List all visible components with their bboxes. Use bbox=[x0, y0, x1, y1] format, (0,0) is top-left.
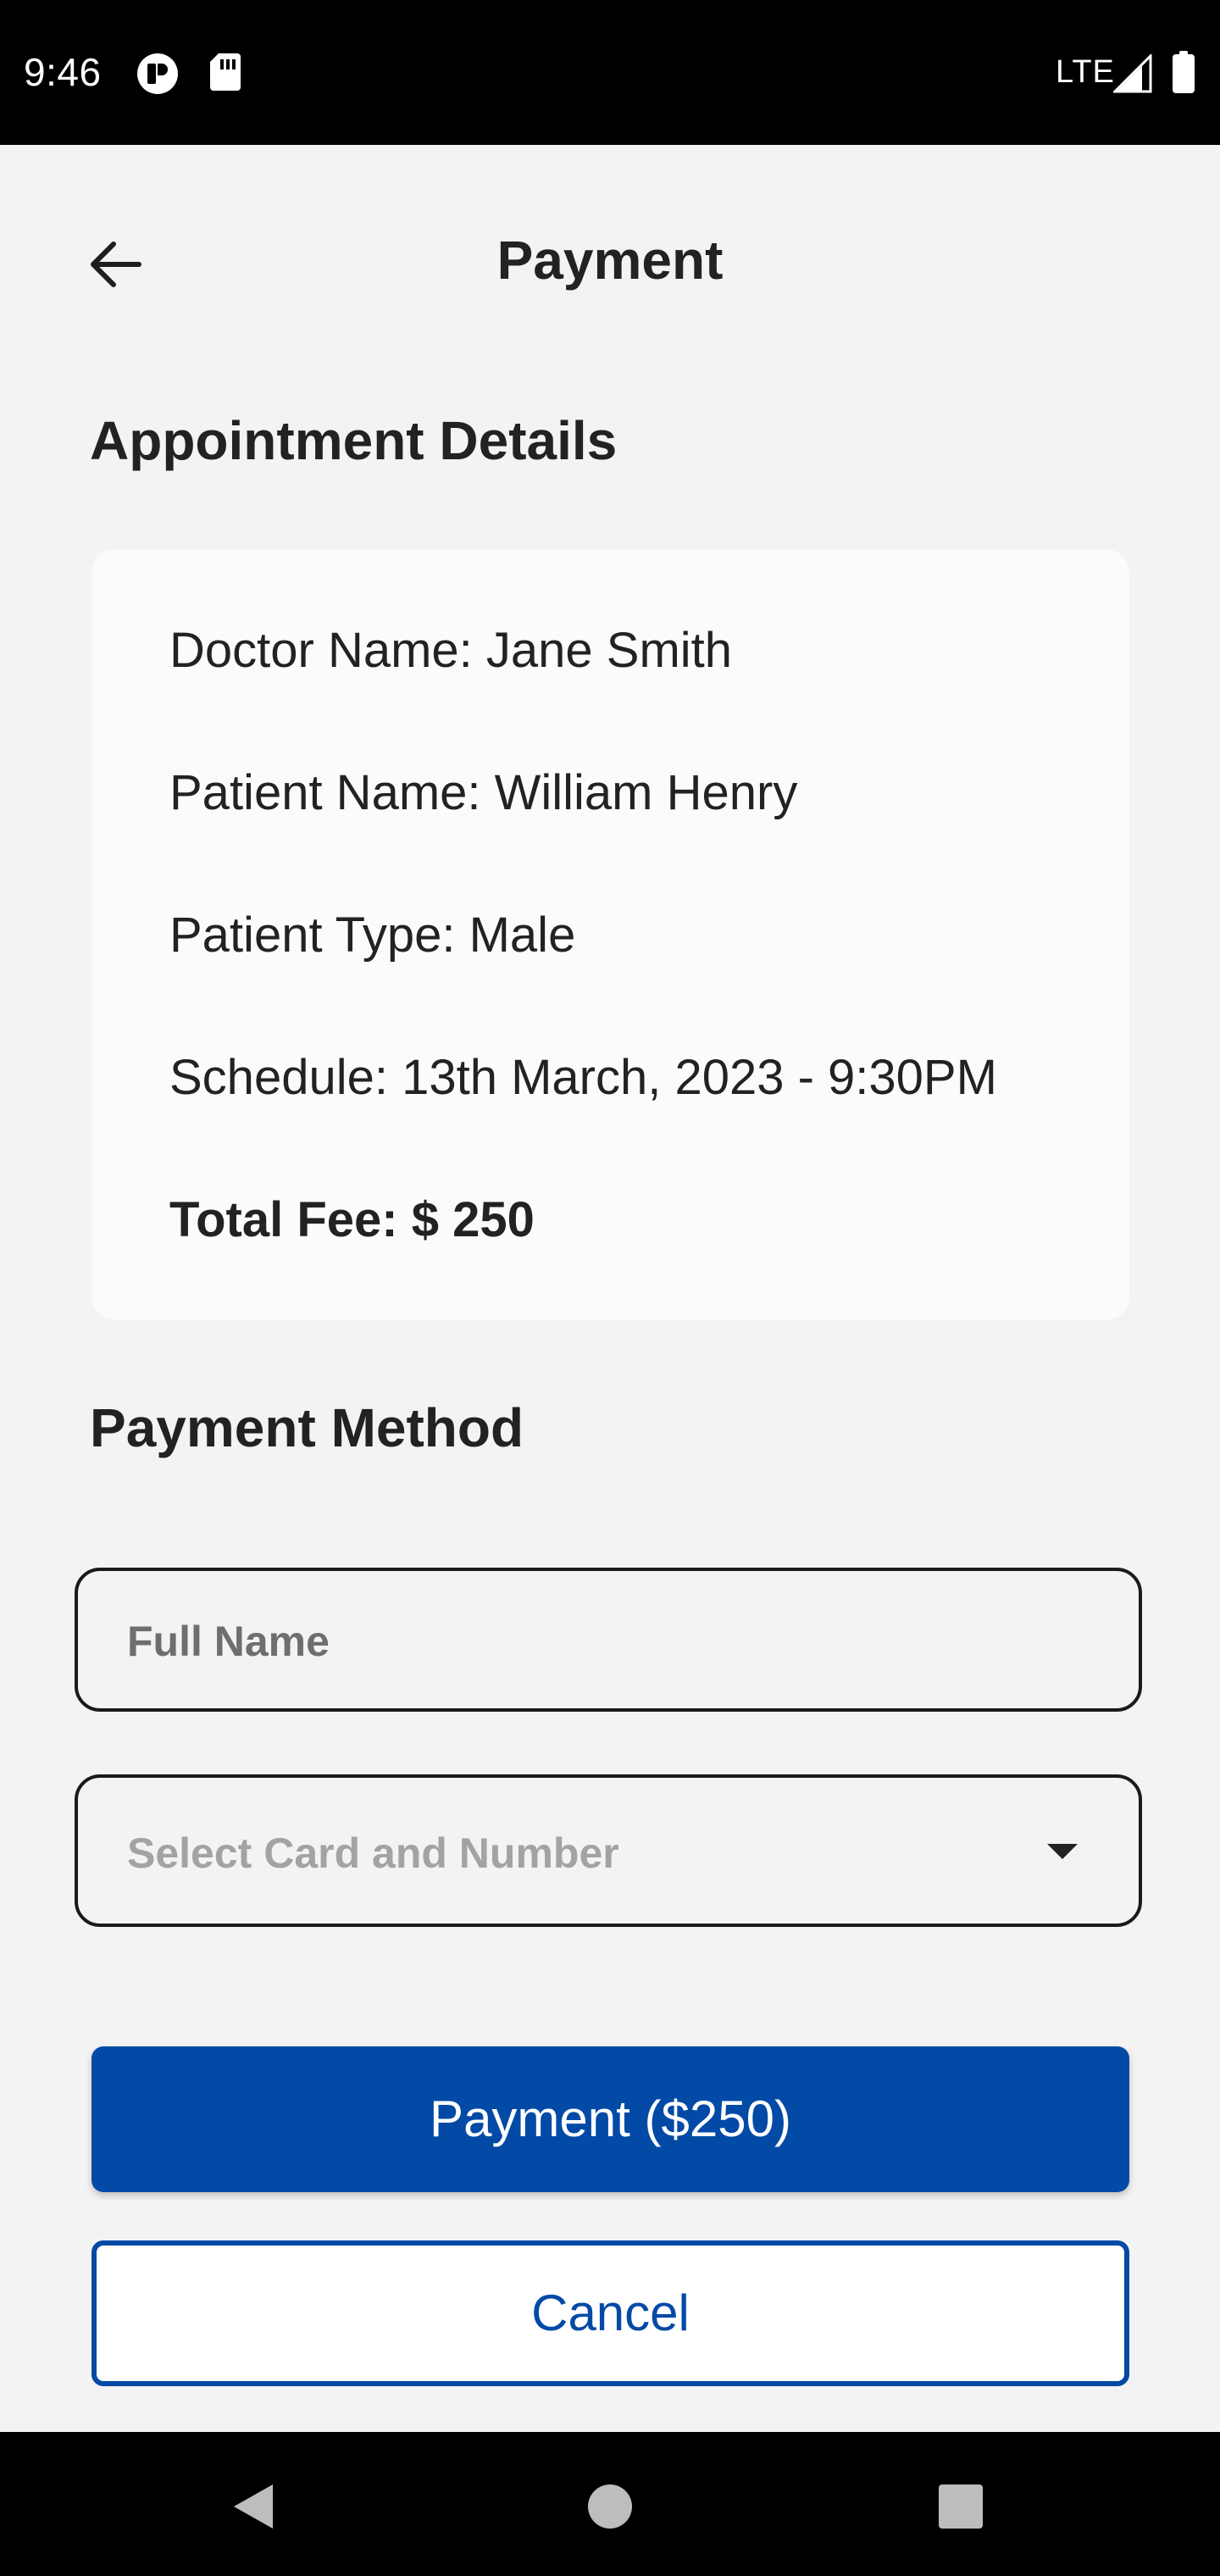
nav-back-icon[interactable] bbox=[234, 2484, 273, 2529]
system-navigation-bar bbox=[0, 2432, 1220, 2576]
full-name-input[interactable]: Full Name bbox=[75, 1568, 1142, 1712]
total-fee: Total Fee: $ 250 bbox=[169, 1192, 535, 1247]
network-type-label: LTE bbox=[1056, 54, 1115, 90]
nav-home-icon[interactable] bbox=[588, 2484, 632, 2529]
full-name-placeholder: Full Name bbox=[127, 1618, 330, 1665]
battery-icon bbox=[1173, 51, 1195, 93]
page-title: Payment bbox=[496, 230, 724, 291]
status-bar: 9:46 LTE bbox=[0, 0, 1220, 145]
schedule: Schedule: 13th March, 2023 - 9:30PM bbox=[169, 1050, 997, 1105]
appointment-details-card: Doctor Name: Jane Smith Patient Name: Wi… bbox=[92, 549, 1129, 1320]
card-select-placeholder: Select Card and Number bbox=[127, 1829, 619, 1877]
patient-name: Patient Name: William Henry bbox=[169, 765, 798, 820]
dropdown-arrow-icon bbox=[1047, 1844, 1078, 1859]
doctor-name: Doctor Name: Jane Smith bbox=[169, 623, 733, 678]
sd-card-icon bbox=[210, 53, 241, 91]
signal-icon bbox=[1113, 54, 1152, 93]
status-time: 9:46 bbox=[24, 50, 102, 94]
patient-type: Patient Type: Male bbox=[169, 908, 576, 963]
notification-app-icon bbox=[137, 53, 178, 94]
card-select-dropdown[interactable]: Select Card and Number bbox=[75, 1774, 1142, 1927]
payment-method-heading: Payment Method bbox=[90, 1397, 524, 1458]
appointment-details-heading: Appointment Details bbox=[90, 410, 618, 471]
nav-recents-icon[interactable] bbox=[939, 2484, 983, 2529]
cancel-button[interactable]: Cancel bbox=[92, 2240, 1129, 2386]
payment-button[interactable]: Payment ($250) bbox=[92, 2046, 1129, 2192]
